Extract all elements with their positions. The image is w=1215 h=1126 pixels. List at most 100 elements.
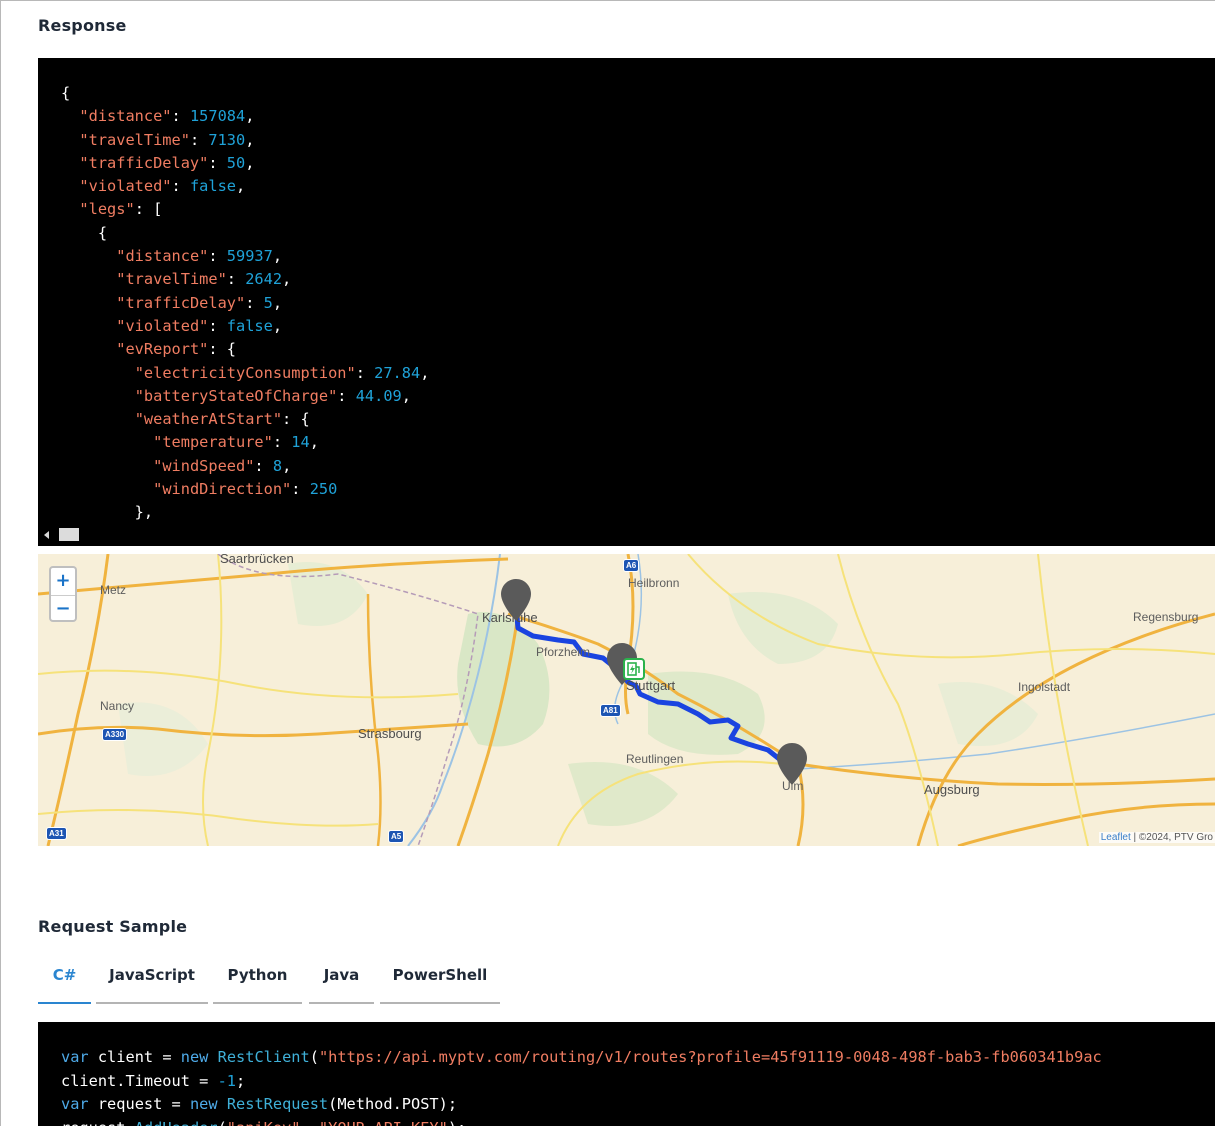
city-label: Nancy bbox=[100, 699, 135, 713]
code-token: ; bbox=[235, 1071, 246, 1090]
tab-javascript[interactable]: JavaScript bbox=[96, 960, 208, 1004]
json-token: "trafficDelay" bbox=[116, 293, 246, 312]
json-token: 59937 bbox=[226, 247, 273, 266]
json-line: "batteryStateOfCharge": 44.09, bbox=[61, 385, 429, 408]
motorway-shield: A81 bbox=[600, 704, 621, 717]
code-token: var bbox=[61, 1048, 89, 1066]
scroll-left-arrow-icon[interactable] bbox=[44, 531, 49, 539]
json-token: { bbox=[61, 84, 71, 102]
json-token: : { bbox=[208, 340, 237, 359]
json-token: 7130 bbox=[208, 130, 246, 149]
json-line: "windDirection": 250 bbox=[61, 478, 429, 501]
motorway-shield: A31 bbox=[46, 827, 67, 840]
city-label: Pforzheim bbox=[536, 645, 591, 659]
json-token: "legs" bbox=[79, 200, 135, 219]
code-line: var client = new RestClient("https://api… bbox=[61, 1046, 1102, 1070]
tab-python[interactable]: Python bbox=[213, 960, 302, 1004]
json-token: 44.09 bbox=[355, 386, 402, 405]
request-code-block[interactable]: var client = new RestClient("https://api… bbox=[38, 1022, 1215, 1126]
frame-border-top bbox=[0, 0, 1215, 1]
json-line: "trafficDelay": 5, bbox=[61, 292, 429, 315]
json-token: , bbox=[282, 270, 292, 289]
motorway-shield: A330 bbox=[102, 728, 128, 741]
zoom-in-button[interactable]: + bbox=[51, 568, 75, 596]
tab-java[interactable]: Java bbox=[309, 960, 374, 1004]
json-token: "violated" bbox=[116, 316, 209, 335]
code-token: RestRequest bbox=[226, 1095, 329, 1113]
json-line: "evReport": { bbox=[61, 338, 429, 361]
code-token: request. bbox=[61, 1119, 135, 1126]
code-token: RestClient bbox=[217, 1048, 310, 1066]
start-marker-icon[interactable] bbox=[501, 579, 531, 621]
json-token: : bbox=[254, 456, 273, 475]
json-token: : bbox=[355, 363, 375, 382]
tab-powershell[interactable]: PowerShell bbox=[380, 960, 500, 1004]
json-line: "trafficDelay": 50, bbox=[61, 152, 429, 175]
json-line: "distance": 157084, bbox=[61, 105, 429, 128]
zoom-control: + − bbox=[49, 566, 77, 622]
map-attribution: Leaflet | ©2024, PTV Gro bbox=[1098, 832, 1215, 843]
leaflet-link[interactable]: Leaflet bbox=[1101, 832, 1131, 843]
route-map[interactable]: Saarbrücken Heilbronn Metz Karlsruhe Reg… bbox=[38, 554, 1215, 846]
response-code-block[interactable]: { "distance": 157084, "travelTime": 7130… bbox=[38, 58, 1215, 546]
json-token: "evReport" bbox=[116, 340, 209, 359]
charging-station-icon[interactable] bbox=[623, 658, 645, 680]
json-token: "weatherAtStart" bbox=[134, 410, 283, 429]
json-token: "trafficDelay" bbox=[79, 153, 209, 172]
code-token: , bbox=[300, 1119, 318, 1126]
horizontal-scrollbar[interactable] bbox=[38, 526, 1215, 546]
json-line: "travelTime": 7130, bbox=[61, 129, 429, 152]
json-token: "electricityConsumption" bbox=[134, 363, 356, 382]
code-token: (Method.POST); bbox=[328, 1095, 458, 1113]
json-token: , bbox=[272, 247, 283, 266]
destination-marker-icon[interactable] bbox=[777, 743, 807, 785]
response-heading: Response bbox=[38, 16, 127, 35]
json-token: : { bbox=[282, 410, 310, 429]
json-line: "violated": false, bbox=[61, 175, 429, 198]
json-token: , bbox=[245, 107, 255, 126]
zoom-out-button[interactable]: − bbox=[51, 596, 75, 623]
json-token: 27.84 bbox=[374, 363, 421, 382]
motorway-shield: A6 bbox=[623, 559, 640, 572]
code-token: ); bbox=[448, 1119, 466, 1126]
code-token: "https://api.myptv.com/routing/v1/routes… bbox=[318, 1048, 1102, 1066]
code-token: "YOUR_API_KEY" bbox=[319, 1119, 448, 1126]
json-token: , bbox=[309, 433, 319, 452]
city-label: Ingolstadt bbox=[1018, 680, 1071, 694]
code-token: var bbox=[61, 1095, 89, 1113]
json-token: 5 bbox=[263, 293, 273, 312]
json-token: false bbox=[189, 177, 237, 196]
json-line: "legs": [ bbox=[61, 198, 429, 221]
code-token: client = bbox=[88, 1048, 181, 1066]
json-line: }, bbox=[61, 501, 429, 524]
code-token: client.Timeout = bbox=[61, 1071, 218, 1090]
json-token: , bbox=[282, 456, 292, 475]
json-token: "windSpeed" bbox=[153, 456, 255, 475]
json-token: "distance" bbox=[116, 247, 209, 266]
code-token: -1 bbox=[217, 1071, 236, 1090]
city-label: Saarbrücken bbox=[220, 554, 294, 566]
json-token: , bbox=[272, 316, 283, 335]
json-token: : bbox=[208, 316, 227, 335]
request-code: var client = new RestClient("https://api… bbox=[61, 1046, 1102, 1126]
scrollbar-thumb[interactable] bbox=[59, 528, 79, 541]
json-token: 50 bbox=[226, 153, 246, 172]
city-label: Augsburg bbox=[924, 782, 980, 797]
code-token: ( bbox=[218, 1119, 227, 1126]
json-token: : bbox=[245, 293, 264, 312]
code-token: AddHeader bbox=[135, 1119, 218, 1126]
tab-csharp[interactable]: C# bbox=[38, 960, 91, 1004]
city-label: Metz bbox=[100, 583, 127, 597]
json-token: , bbox=[420, 363, 430, 382]
code-line: request.AddHeader("apiKey", "YOUR_API_KE… bbox=[61, 1117, 1102, 1126]
response-json: { "distance": 157084, "travelTime": 7130… bbox=[61, 82, 429, 525]
